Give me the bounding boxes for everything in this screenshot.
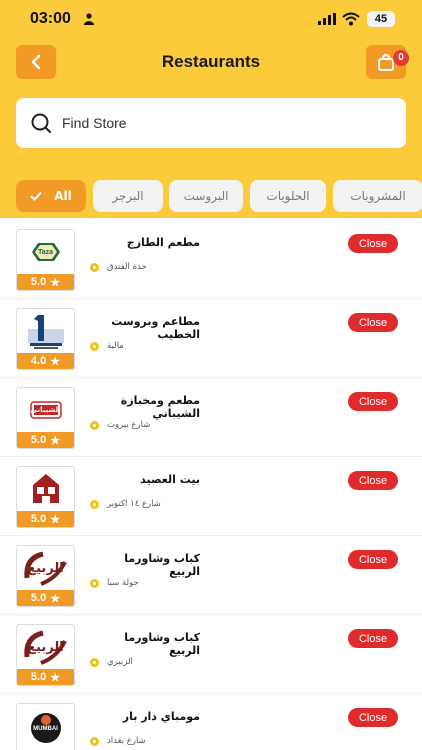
status-badge: Close xyxy=(348,234,398,253)
status-badge: Close xyxy=(348,708,398,727)
battery-indicator: 45 xyxy=(367,11,395,27)
filter-chip-broast[interactable]: البروست xyxy=(169,180,243,212)
filter-chip-label: البرجر xyxy=(112,189,144,203)
restaurant-name: مومباي دار بار xyxy=(122,710,200,723)
location-pin-icon xyxy=(90,499,99,509)
location-pin-icon xyxy=(90,341,99,351)
star-icon: ★ xyxy=(50,276,61,289)
address-text: شارع ١٤ اكتوبر xyxy=(107,499,161,509)
star-icon: ★ xyxy=(50,434,61,447)
rating-value: 5.0 xyxy=(30,276,47,288)
restaurant-address: حدة الفندق xyxy=(90,262,147,272)
restaurant-address: الزبيري xyxy=(90,657,133,667)
rating-badge: 5.0 ★ xyxy=(17,432,74,448)
rating-value: 5.0 xyxy=(30,434,47,446)
restaurant-row[interactable]: Taza 5.0 ★ مطعم الطازج حدة الفندق Close xyxy=(0,220,422,299)
restaurant-name: مطعم ومخبازة الشيباني xyxy=(120,394,200,420)
restaurant-row[interactable]: الربيع 5.0 ★ كباب وشاورما الربيع جولة سبا… xyxy=(0,536,422,615)
restaurant-row[interactable]: 4.0 ★ مطاعم وبروست الخطيب مالية Close xyxy=(0,299,422,378)
restaurant-address: شارع بغداد xyxy=(90,736,146,746)
cart-count-badge: 0 xyxy=(393,50,409,66)
location-pin-icon xyxy=(90,262,99,272)
filter-chip-label: المشروبات xyxy=(350,189,406,203)
restaurant-logo: MUMBAI xyxy=(16,703,75,750)
rating-value: 5.0 xyxy=(30,671,47,683)
location-pin-icon xyxy=(90,578,99,588)
rating-value: 4.0 xyxy=(30,355,47,367)
location-pin-icon xyxy=(90,736,99,746)
status-bar: 03:00 45 xyxy=(0,0,422,40)
restaurant-logo-text: الربيع xyxy=(27,560,64,576)
filter-chip-label: الحلويات xyxy=(266,189,310,203)
address-text: جولة سبا xyxy=(107,578,139,588)
restaurant-logo-text: الربيع xyxy=(27,639,64,655)
restaurant-logo: الربيع 5.0 ★ xyxy=(16,624,75,686)
restaurant-address: مالية xyxy=(90,341,124,351)
restaurant-row[interactable]: 5.0 ★ بيت العصيد شارع ١٤ اكتوبر Close xyxy=(0,457,422,536)
rating-badge: 5.0 ★ xyxy=(17,511,74,527)
status-badge: Close xyxy=(348,550,398,569)
status-badge: Close xyxy=(348,471,398,490)
person-icon xyxy=(84,13,94,25)
star-icon: ★ xyxy=(50,513,61,526)
rating-badge: 5.0 ★ xyxy=(17,669,74,685)
rating-badge: 4.0 ★ xyxy=(17,353,74,369)
restaurant-address: شارع ١٤ اكتوبر xyxy=(90,499,161,509)
rating-value: 5.0 xyxy=(30,592,47,604)
rating-value: 5.0 xyxy=(30,513,47,525)
status-time: 03:00 xyxy=(30,10,71,27)
restaurant-name: كباب وشاورما الربيع xyxy=(124,552,200,578)
page-title: Restaurants xyxy=(161,52,261,71)
location-pin-icon xyxy=(90,657,99,667)
restaurant-logo-text: Taza xyxy=(37,248,54,256)
restaurant-row[interactable]: الربيع 5.0 ★ كباب وشاورما الربيع الزبيري … xyxy=(0,615,422,694)
cart-button[interactable]: 0 xyxy=(366,45,409,79)
signal-icon xyxy=(318,13,336,25)
search-box[interactable] xyxy=(16,98,406,148)
rating-badge: 5.0 ★ xyxy=(17,274,74,290)
restaurant-row[interactable]: الشيباني 5.0 ★ مطعم ومخبازة الشيباني شارع… xyxy=(0,378,422,457)
status-badge: Close xyxy=(348,629,398,648)
filter-chip-label: البروست xyxy=(183,189,229,203)
filter-chip-drinks[interactable]: المشروبات xyxy=(333,180,422,212)
filter-chip-all[interactable]: All xyxy=(16,180,86,212)
address-text: حدة الفندق xyxy=(107,262,147,272)
check-icon xyxy=(30,191,42,201)
restaurant-logo: الربيع 5.0 ★ xyxy=(16,545,75,607)
restaurant-name: مطعم الطازج xyxy=(126,236,200,249)
address-text: الزبيري xyxy=(107,657,133,667)
wifi-icon xyxy=(342,12,360,26)
rating-badge: 5.0 ★ xyxy=(17,590,74,606)
address-text: مالية xyxy=(107,341,124,351)
filter-chip-burger[interactable]: البرجر xyxy=(93,180,163,212)
location-pin-icon xyxy=(90,420,99,430)
restaurant-logo-text: الشيباني xyxy=(30,406,61,414)
restaurant-name: بيت العصيد xyxy=(140,473,200,486)
star-icon: ★ xyxy=(50,592,61,605)
restaurant-name: كباب وشاورما الربيع xyxy=(124,631,200,657)
restaurant-logo: الشيباني 5.0 ★ xyxy=(16,387,75,449)
restaurant-logo: Taza 5.0 ★ xyxy=(16,229,75,291)
status-badge: Close xyxy=(348,313,398,332)
restaurant-address: شارع بيروت xyxy=(90,420,150,430)
restaurant-row[interactable]: MUMBAI مومباي دار بار شارع بغداد Close xyxy=(0,694,422,750)
search-icon xyxy=(31,113,51,133)
restaurant-logo: 5.0 ★ xyxy=(16,466,75,528)
status-badge: Close xyxy=(348,392,398,411)
filter-chip-label: All xyxy=(54,189,72,203)
filter-chip-sweets[interactable]: الحلويات xyxy=(250,180,326,212)
restaurant-address: جولة سبا xyxy=(90,578,139,588)
restaurant-name: مطاعم وبروست الخطيب xyxy=(111,315,200,341)
address-text: شارع بيروت xyxy=(107,420,151,430)
category-filter-bar: All البرجر البروست الحلويات المشروبات xyxy=(16,180,422,212)
restaurant-logo-text: MUMBAI xyxy=(33,726,58,732)
star-icon: ★ xyxy=(50,671,61,684)
restaurant-logo: 4.0 ★ xyxy=(16,308,75,370)
star-icon: ★ xyxy=(50,355,61,368)
search-input[interactable] xyxy=(62,110,382,136)
address-text: شارع بغداد xyxy=(107,736,146,746)
